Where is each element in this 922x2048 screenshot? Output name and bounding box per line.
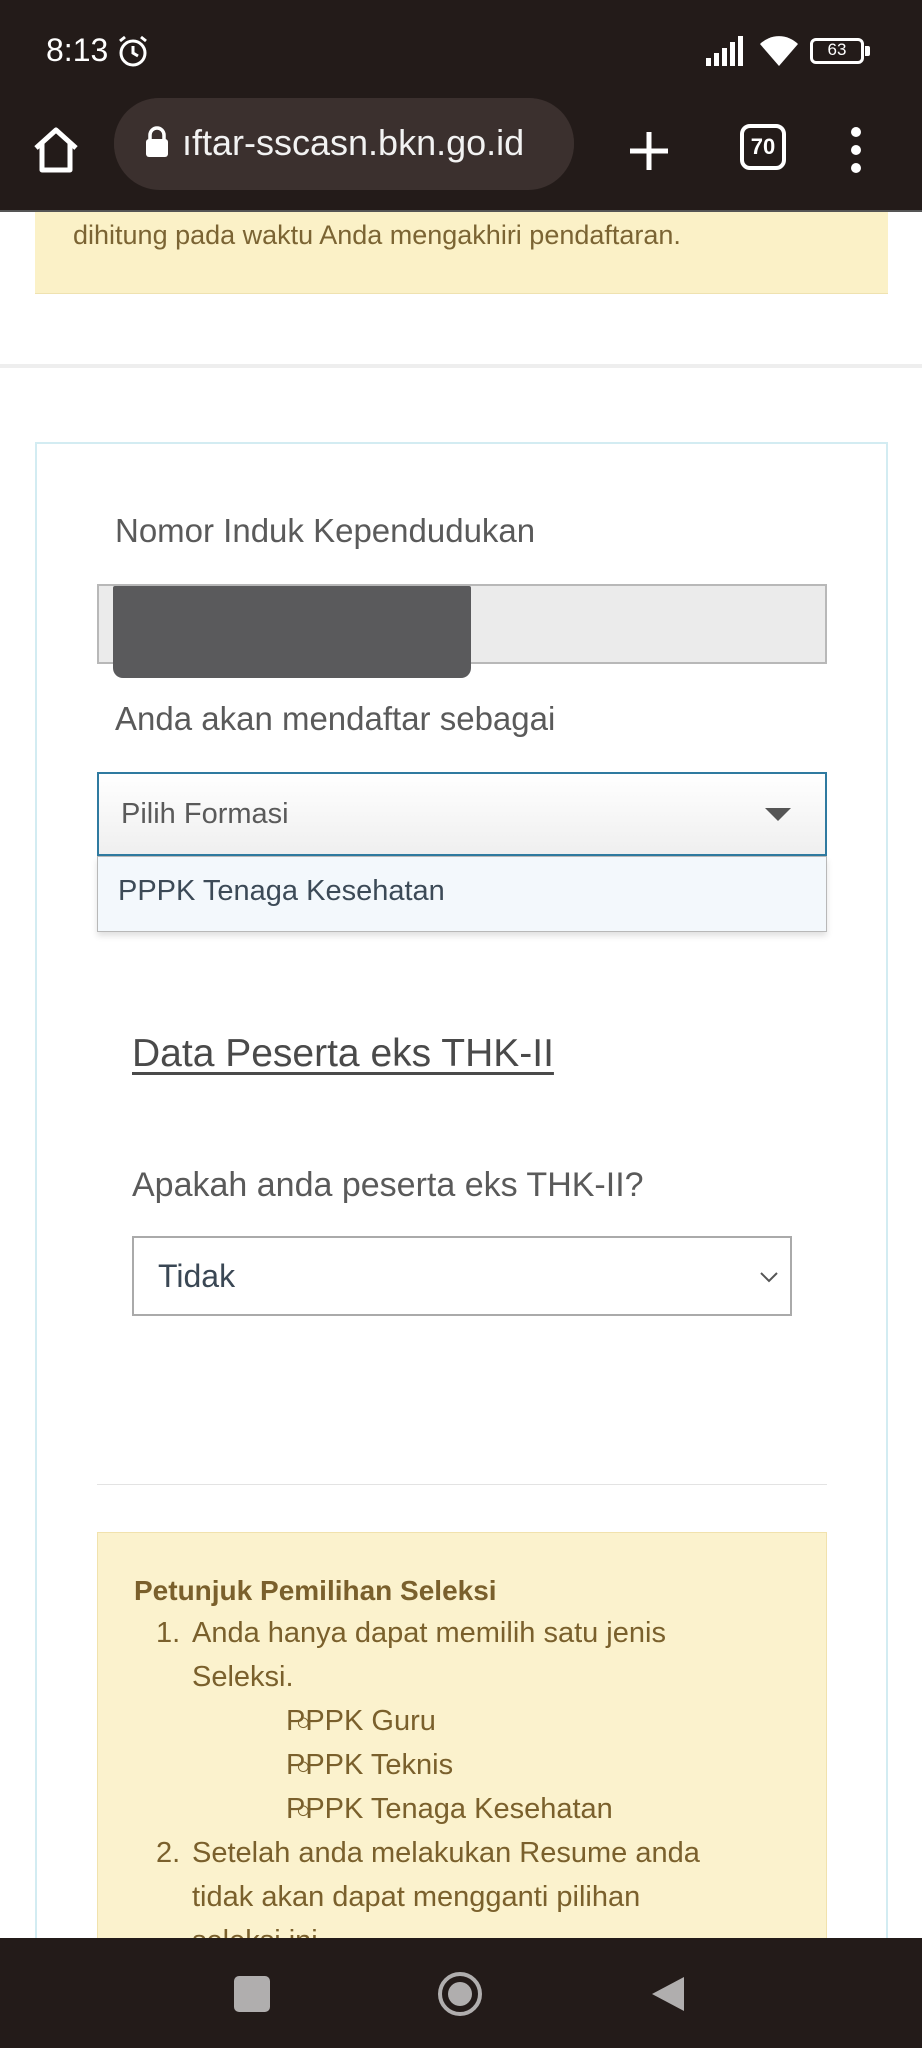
tab-switcher-button[interactable]: 70 bbox=[740, 124, 786, 170]
instruction-text: tidak akan dapat mengganti pilihan bbox=[192, 1881, 641, 1913]
thk-selected-value: Tidak bbox=[158, 1258, 236, 1294]
formasi-placeholder: Pilih Formasi bbox=[121, 798, 289, 830]
redacted-nik-value bbox=[113, 586, 471, 678]
instruction-text: Setelah anda melakukan Resume anda bbox=[192, 1837, 700, 1869]
instruction-text: Anda hanya dapat memilih satu jenis bbox=[192, 1617, 666, 1649]
divider bbox=[97, 1484, 827, 1485]
formasi-label: Anda akan mendaftar sebagai bbox=[115, 700, 556, 737]
formasi-option[interactable]: PPPK Tenaga Kesehatan bbox=[118, 875, 445, 908]
system-nav-bar bbox=[0, 1938, 922, 2048]
registration-form-card: Nomor Induk Kependudukan Anda akan menda… bbox=[35, 442, 888, 1938]
signal-icon bbox=[706, 36, 743, 66]
list-item: PPPK Teknis bbox=[286, 1749, 454, 1781]
list-number: 1. bbox=[156, 1617, 181, 1649]
url-text: ıftar-sscasn.bkn.go.id bbox=[182, 122, 525, 163]
thk-select[interactable]: Tidak bbox=[132, 1236, 792, 1316]
status-time: 8:13 bbox=[46, 32, 109, 68]
thk-section-heading: Data Peserta eks THK-II bbox=[132, 1032, 554, 1075]
nik-label: Nomor Induk Kependudukan bbox=[115, 512, 536, 549]
formasi-dropdown-list: PPPK Tenaga Kesehatan bbox=[97, 856, 827, 932]
thk-question-label: Apakah anda peserta eks THK-II? bbox=[132, 1166, 644, 1204]
instruction-text: seleksi ini. bbox=[192, 1919, 326, 1938]
list-number: 2. bbox=[156, 1837, 181, 1869]
section-divider bbox=[0, 364, 922, 368]
selection-instructions: Petunjuk Pemilihan Seleksi 1. Anda hanya… bbox=[97, 1532, 827, 1938]
notice-banner: dihitung pada waktu Anda mengakhiri pend… bbox=[35, 212, 888, 294]
instructions-title: Petunjuk Pemilihan Seleksi bbox=[134, 1575, 497, 1606]
chevron-down-icon bbox=[760, 1272, 778, 1283]
wifi-icon bbox=[760, 36, 798, 66]
formasi-select[interactable]: Pilih Formasi bbox=[97, 772, 827, 856]
list-item: PPPK Tenaga Kesehatan bbox=[286, 1793, 613, 1825]
lock-icon bbox=[146, 126, 168, 157]
home-circle-icon[interactable] bbox=[436, 1970, 484, 2018]
back-icon[interactable] bbox=[648, 1974, 688, 2014]
battery-level: 63 bbox=[827, 40, 847, 59]
alarm-icon bbox=[119, 35, 147, 67]
list-item: PPPK Guru bbox=[286, 1705, 436, 1737]
caret-down-icon bbox=[765, 808, 791, 821]
instruction-text: Seleksi. bbox=[192, 1661, 294, 1693]
recents-icon[interactable] bbox=[234, 1976, 270, 2012]
status-bar: 8:13 63 bbox=[0, 0, 922, 104]
battery-icon: 63 bbox=[810, 38, 870, 64]
url-field[interactable]: ıftar-sscasn.bkn.go.id bbox=[114, 98, 574, 190]
notice-text: dihitung pada waktu Anda mengakhiri pend… bbox=[73, 220, 681, 250]
web-page: dihitung pada waktu Anda mengakhiri pend… bbox=[0, 212, 922, 1938]
home-icon[interactable] bbox=[30, 124, 82, 176]
new-tab-icon[interactable] bbox=[624, 126, 674, 176]
more-options-icon[interactable] bbox=[846, 124, 866, 176]
